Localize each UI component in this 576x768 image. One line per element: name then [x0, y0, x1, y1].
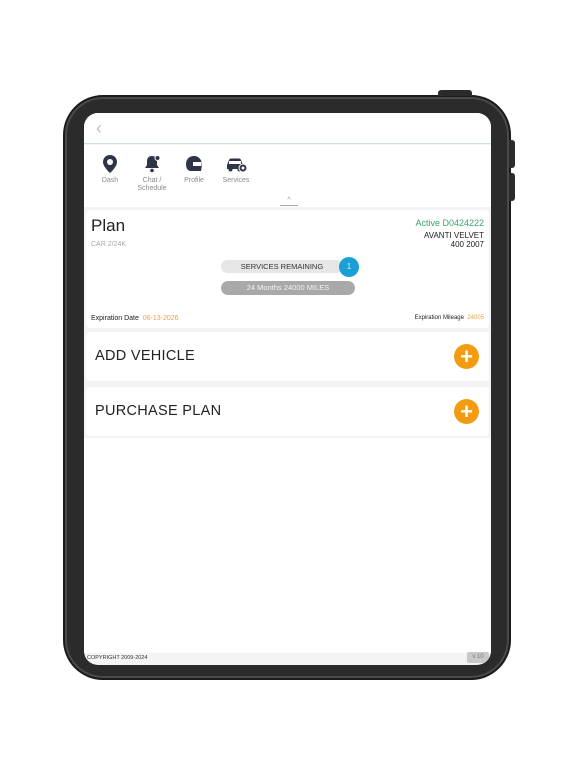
nav-label-chat-schedule: Chat / Schedule	[137, 177, 167, 192]
expiration-mileage-value: 24005	[467, 315, 484, 321]
chat-schedule-icon	[145, 155, 161, 173]
app-screen: ‹ Dash Chat / Schedule Profile Services …	[84, 113, 491, 665]
content-area	[84, 438, 491, 653]
vehicle-line-1: AVANTI VELVET	[423, 231, 484, 240]
services-remaining-badge: 1	[339, 257, 359, 277]
volume-up-button	[509, 140, 515, 168]
top-bar: ‹	[84, 113, 491, 144]
location-pin-icon	[103, 155, 117, 173]
collapse-caret-icon[interactable]: ^	[280, 196, 298, 206]
plan-vehicle: AVANTI VELVET 400 2007	[424, 231, 484, 249]
expiration-date-value: 06-13-2026	[142, 315, 179, 322]
purchase-plan-plus-icon[interactable]: +	[454, 399, 479, 424]
vehicle-line-2: 400 2007	[450, 240, 484, 249]
add-vehicle-card[interactable]: ADD VEHICLE +	[86, 332, 489, 381]
nav-item-dash[interactable]: Dash	[88, 153, 132, 185]
nav-label-dash: Dash	[101, 177, 119, 184]
nav-row: Dash Chat / Schedule Profile Services ^	[84, 145, 491, 207]
volume-down-button	[509, 173, 515, 201]
purchase-plan-card[interactable]: PURCHASE PLAN +	[86, 387, 489, 436]
expiration-date: Expiration Date 06-13-2026	[91, 315, 179, 322]
add-vehicle-plus-icon[interactable]: +	[454, 344, 479, 369]
nav-label-services: Services	[222, 177, 250, 184]
plan-term-pill: 24 Months 24000 MILES	[221, 281, 355, 295]
nav-item-chat-schedule[interactable]: Chat / Schedule	[130, 153, 174, 193]
plan-subtitle: CAR 2/24K	[91, 241, 127, 248]
purchase-plan-label: PURCHASE PLAN	[95, 403, 222, 419]
add-vehicle-label: ADD VEHICLE	[95, 348, 195, 364]
expiration-mileage-label: Expiration Mileage	[414, 315, 464, 321]
plan-title: Plan	[91, 216, 126, 235]
plan-card: Plan CAR 2/24K Active D0424222 AVANTI VE…	[86, 210, 489, 328]
power-button	[438, 90, 472, 96]
car-service-icon	[227, 158, 248, 173]
version-badge: v 10	[467, 652, 489, 663]
plan-status: Active D0424222	[415, 218, 484, 228]
copyright-text: COPYRIGHT 2009-2024	[87, 655, 148, 661]
helmet-icon	[186, 156, 202, 171]
expiration-mileage: Expiration Mileage 24005	[415, 315, 484, 321]
nav-item-services[interactable]: Services	[214, 153, 258, 185]
back-chevron-icon[interactable]: ‹	[96, 119, 102, 137]
expiration-date-label: Expiration Date	[91, 315, 139, 322]
nav-label-profile: Profile	[184, 177, 204, 184]
nav-item-profile[interactable]: Profile	[172, 153, 216, 185]
services-remaining-pill: SERVICES REMAINING	[221, 260, 343, 273]
